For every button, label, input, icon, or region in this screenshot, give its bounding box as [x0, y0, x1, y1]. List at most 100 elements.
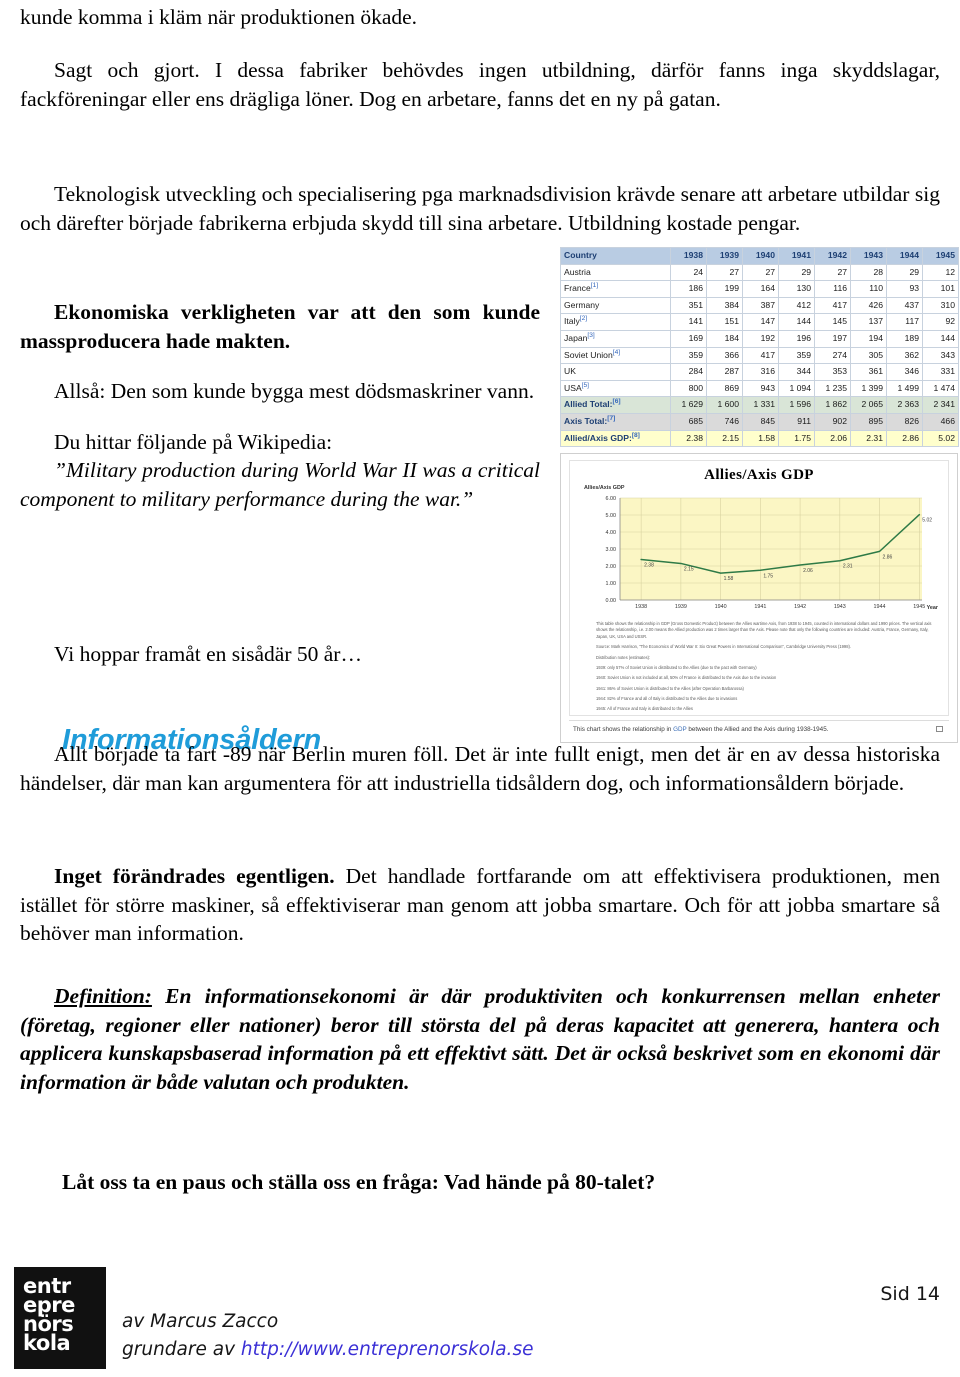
table-cell-value: 353 — [814, 363, 851, 381]
paragraph-continuation: kunde komma i kläm när produktionen ökad… — [20, 5, 418, 29]
table-row: Soviet Union[4] 359 366 417 359 274 305 362 343 — [560, 346, 959, 365]
chart-footnote-line: 1944: 82% of France and all of Italy is … — [596, 695, 738, 701]
gdp-data-table: Country 1938 1939 1940 1941 1942 1943 19… — [560, 247, 959, 448]
table-cell-value: 902 — [814, 412, 851, 431]
table-cell-value: 2.38 — [670, 429, 707, 448]
table-header-country: Country — [560, 247, 671, 265]
chart-footnote-line: Source: Mark Harrison, "The Economics of… — [596, 644, 851, 650]
table-header-1939: 1939 — [706, 247, 743, 265]
table-cell-country: Allied/Axis GDP:[8] — [560, 429, 671, 448]
left-text-column: Ekonomiska verkligheten var att den som … — [20, 298, 540, 514]
svg-text:2.31: 2.31 — [843, 564, 853, 570]
table-cell-value: 164 — [742, 280, 779, 298]
table-cell-value: 362 — [886, 346, 923, 365]
paragraph-definition: Definition: En informationsekonomi är dä… — [20, 982, 940, 1096]
table-cell-value: 685 — [670, 412, 707, 431]
table-cell-value: 826 — [886, 412, 923, 431]
table-cell-value: 117 — [886, 313, 923, 331]
paragraph-wikipedia: Du hittar följande på Wikipedia: ”Milita… — [20, 428, 540, 514]
table-cell-value: 384 — [706, 296, 743, 315]
table-cell-value: 2.06 — [814, 429, 851, 448]
table-cell-country: France[1] — [560, 280, 671, 298]
caption-gdp-link[interactable]: GDP — [673, 726, 687, 733]
gdp-table-body: Austria 24 27 27 29 27 28 29 12 France[1] 186 199 16… — [560, 263, 959, 448]
gdp-line-chart: 0.00 1.00 2.00 3.00 4.00 5.00 6.00 1938 1939 1940… — [606, 496, 939, 611]
table-cell-value: 359 — [670, 346, 707, 365]
table-cell-country: UK — [560, 363, 671, 381]
footnote-ref[interactable]: [7] — [607, 415, 615, 422]
chart-footnote-line: 1939: only 57% of Soviet Union is distri… — [596, 664, 757, 670]
table-cell-country: Allied Total:[6] — [560, 396, 671, 414]
footnote-ref[interactable]: [8] — [632, 432, 640, 439]
svg-text:1945: 1945 — [913, 604, 925, 610]
table-cell-value: 196 — [778, 329, 815, 348]
svg-text:2.38: 2.38 — [644, 563, 654, 569]
table-cell-value: 12 — [922, 263, 959, 282]
table-cell-value: 1 629 — [670, 396, 707, 414]
table-cell-value: 24 — [670, 263, 707, 282]
table-cell-value: 1 862 — [814, 396, 851, 414]
table-row: Germany 351 384 387 412 417 426 437 310 — [560, 296, 959, 315]
paragraph-closing-question: Låt oss ta en paus och ställa oss en frå… — [62, 1170, 656, 1194]
footnote-ref[interactable]: [6] — [613, 398, 621, 406]
enlarge-icon[interactable] — [936, 725, 943, 732]
svg-text:1944: 1944 — [874, 604, 886, 610]
table-cell-value: 145 — [814, 313, 851, 331]
paragraph-ekonomiska: Ekonomiska verkligheten var att den som … — [20, 300, 540, 353]
chart-footnote-line: 1945: All of France and Italy is distrib… — [596, 706, 693, 712]
document-page: kunde komma i kläm när produktionen ökad… — [0, 0, 960, 1377]
table-cell-value: 284 — [670, 363, 707, 381]
table-cell-value: 2 363 — [886, 396, 923, 414]
table-cell-value: 310 — [922, 296, 959, 315]
table-cell-value: 2 065 — [850, 396, 887, 414]
table-cell-value: 305 — [850, 346, 887, 365]
chart-card: Allies/Axis GDP Allies/Axis GDP 0.00 1.00… — [560, 453, 958, 743]
paragraph-inget-lead: Inget förändrades egentligen. — [54, 864, 335, 888]
paragraph-inget-forandrades: Inget förändrades egentligen. Det handla… — [20, 862, 940, 948]
svg-text:1.00: 1.00 — [606, 581, 617, 587]
footnote-ref[interactable]: [1] — [591, 282, 598, 290]
svg-text:1938: 1938 — [635, 604, 647, 610]
table-row: Allied Total:[6] 1 629 1 600 1 331 1 596 1 86… — [560, 396, 959, 414]
svg-text:5.00: 5.00 — [606, 513, 617, 519]
table-cell-value: 2.15 — [706, 429, 743, 448]
table-cell-value: 184 — [706, 329, 743, 348]
footer-byline: av Marcus Zacco — [122, 1311, 279, 1332]
chart-y-axis-label: Allies/Axis GDP — [584, 485, 625, 492]
table-cell-value: 141 — [670, 313, 707, 331]
svg-text:1941: 1941 — [754, 604, 766, 610]
svg-text:4.00: 4.00 — [606, 530, 617, 536]
chart-footnote-line: 1940: Soviet Union is not included at al… — [596, 675, 777, 681]
svg-text:5.02: 5.02 — [922, 518, 932, 524]
table-cell-value: 29 — [886, 263, 923, 282]
table-cell-value: 869 — [706, 379, 743, 398]
table-row: Axis Total:[7] 685 746 845 911 902 895 826 466 — [560, 412, 959, 431]
caption-text-post: between the Allied and the Axis during 1… — [686, 725, 829, 733]
footnote-ref[interactable]: [4] — [613, 349, 620, 356]
table-cell-value: 412 — [778, 296, 815, 315]
table-cell-value: 147 — [742, 313, 779, 331]
table-cell-value: 189 — [886, 329, 923, 348]
table-cell-value: 2 341 — [922, 396, 959, 414]
table-cell-value: 27 — [706, 263, 743, 282]
table-cell-value: 199 — [706, 280, 743, 298]
svg-text:1942: 1942 — [794, 604, 806, 610]
svg-text:1939: 1939 — [675, 604, 687, 610]
table-cell-value: 1 600 — [706, 396, 743, 414]
footer-website-link[interactable]: http://www.entreprenorskola.se — [241, 1339, 534, 1360]
svg-text:1940: 1940 — [715, 604, 727, 610]
table-cell-value: 101 — [922, 280, 959, 298]
table-cell-value: 911 — [778, 412, 815, 431]
footnote-ref[interactable]: [3] — [587, 332, 594, 339]
svg-text:2.00: 2.00 — [606, 564, 617, 570]
footnote-ref[interactable]: [5] — [582, 382, 589, 389]
chart-footnote-line: Distribution notes (estimates): — [596, 654, 651, 660]
footnote-ref[interactable]: [2] — [580, 316, 587, 323]
table-cell-value: 331 — [922, 363, 959, 381]
chart-footnotes: This table shows the relationship in GDP… — [574, 621, 944, 712]
chart-footnote-line: This table shows the relationship in GDP… — [596, 621, 932, 639]
table-cell-value: 27 — [814, 263, 851, 282]
table-cell-value: 130 — [778, 280, 815, 298]
table-cell-value: 2.86 — [886, 429, 923, 448]
paragraph-vihoppar: Vi hoppar framåt en sisådär 50 år… — [54, 642, 362, 666]
